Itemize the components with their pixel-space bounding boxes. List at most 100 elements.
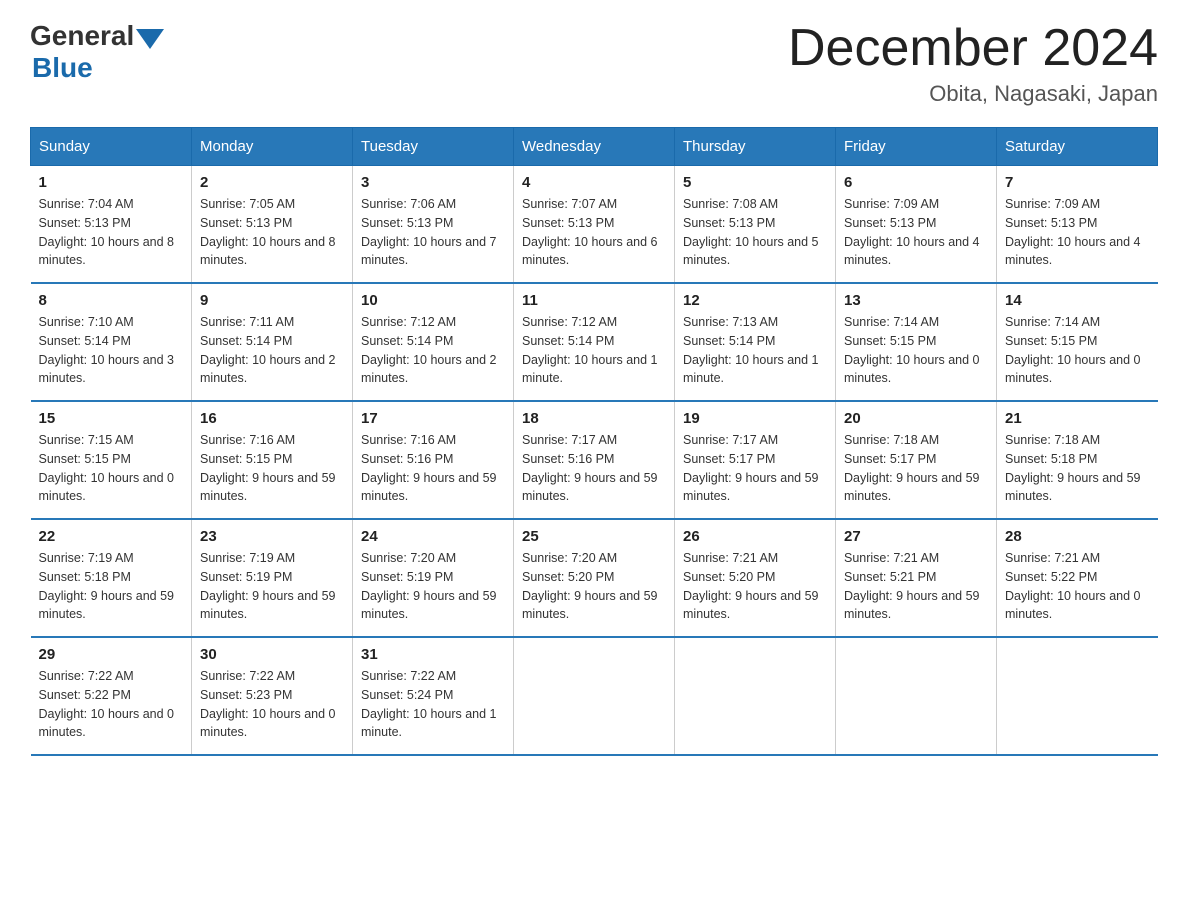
calendar-cell — [836, 637, 997, 755]
day-info: Sunrise: 7:18 AMSunset: 5:18 PMDaylight:… — [1005, 431, 1150, 506]
day-info: Sunrise: 7:22 AMSunset: 5:24 PMDaylight:… — [361, 667, 505, 742]
calendar-cell: 4 Sunrise: 7:07 AMSunset: 5:13 PMDaylight… — [514, 166, 675, 284]
week-row-4: 22 Sunrise: 7:19 AMSunset: 5:18 PMDayligh… — [31, 519, 1158, 637]
day-info: Sunrise: 7:05 AMSunset: 5:13 PMDaylight:… — [200, 195, 344, 270]
calendar-cell: 15 Sunrise: 7:15 AMSunset: 5:15 PMDayligh… — [31, 401, 192, 519]
header-monday: Monday — [192, 128, 353, 166]
day-number: 5 — [683, 174, 827, 191]
calendar-cell: 1Sunrise: 7:04 AMSunset: 5:13 PMDaylight… — [31, 166, 192, 284]
calendar-cell: 6 Sunrise: 7:09 AMSunset: 5:13 PMDaylight… — [836, 166, 997, 284]
day-info: Sunrise: 7:14 AMSunset: 5:15 PMDaylight:… — [844, 313, 988, 388]
day-number: 2 — [200, 174, 344, 191]
day-number: 15 — [39, 410, 184, 427]
calendar-table: SundayMondayTuesdayWednesdayThursdayFrid… — [30, 127, 1158, 756]
day-number: 4 — [522, 174, 666, 191]
day-number: 26 — [683, 528, 827, 545]
calendar-cell: 8Sunrise: 7:10 AMSunset: 5:14 PMDaylight… — [31, 283, 192, 401]
day-info: Sunrise: 7:21 AMSunset: 5:21 PMDaylight:… — [844, 549, 988, 624]
calendar-cell: 16Sunrise: 7:16 AMSunset: 5:15 PMDayligh… — [192, 401, 353, 519]
calendar-cell: 27 Sunrise: 7:21 AMSunset: 5:21 PMDayligh… — [836, 519, 997, 637]
day-info: Sunrise: 7:12 AMSunset: 5:14 PMDaylight:… — [361, 313, 505, 388]
logo-text: General — [30, 20, 164, 52]
calendar-header-row: SundayMondayTuesdayWednesdayThursdayFrid… — [31, 128, 1158, 166]
day-number: 31 — [361, 646, 505, 663]
week-row-3: 15 Sunrise: 7:15 AMSunset: 5:15 PMDayligh… — [31, 401, 1158, 519]
day-number: 10 — [361, 292, 505, 309]
calendar-cell: 21 Sunrise: 7:18 AMSunset: 5:18 PMDayligh… — [997, 401, 1158, 519]
day-info: Sunrise: 7:09 AMSunset: 5:13 PMDaylight:… — [1005, 195, 1150, 270]
day-number: 30 — [200, 646, 344, 663]
calendar-cell: 25Sunrise: 7:20 AMSunset: 5:20 PMDayligh… — [514, 519, 675, 637]
day-info: Sunrise: 7:16 AMSunset: 5:16 PMDaylight:… — [361, 431, 505, 506]
title-section: December 2024 Obita, Nagasaki, Japan — [788, 20, 1158, 107]
calendar-cell: 31 Sunrise: 7:22 AMSunset: 5:24 PMDayligh… — [353, 637, 514, 755]
page-header: General Blue December 2024 Obita, Nagasa… — [30, 20, 1158, 107]
calendar-cell: 26 Sunrise: 7:21 AMSunset: 5:20 PMDayligh… — [675, 519, 836, 637]
day-info: Sunrise: 7:20 AMSunset: 5:19 PMDaylight:… — [361, 549, 505, 624]
calendar-cell: 3 Sunrise: 7:06 AMSunset: 5:13 PMDaylight… — [353, 166, 514, 284]
day-number: 13 — [844, 292, 988, 309]
calendar-cell: 18Sunrise: 7:17 AMSunset: 5:16 PMDayligh… — [514, 401, 675, 519]
header-friday: Friday — [836, 128, 997, 166]
day-number: 23 — [200, 528, 344, 545]
calendar-cell: 23 Sunrise: 7:19 AMSunset: 5:19 PMDayligh… — [192, 519, 353, 637]
month-title: December 2024 — [788, 20, 1158, 77]
day-info: Sunrise: 7:13 AMSunset: 5:14 PMDaylight:… — [683, 313, 827, 388]
calendar-cell — [675, 637, 836, 755]
header-wednesday: Wednesday — [514, 128, 675, 166]
day-number: 9 — [200, 292, 344, 309]
calendar-cell: 5 Sunrise: 7:08 AMSunset: 5:13 PMDaylight… — [675, 166, 836, 284]
calendar-cell: 24 Sunrise: 7:20 AMSunset: 5:19 PMDayligh… — [353, 519, 514, 637]
header-sunday: Sunday — [31, 128, 192, 166]
day-number: 27 — [844, 528, 988, 545]
day-info: Sunrise: 7:19 AMSunset: 5:18 PMDaylight:… — [39, 549, 184, 624]
week-row-2: 8Sunrise: 7:10 AMSunset: 5:14 PMDaylight… — [31, 283, 1158, 401]
calendar-cell: 19 Sunrise: 7:17 AMSunset: 5:17 PMDayligh… — [675, 401, 836, 519]
day-info: Sunrise: 7:08 AMSunset: 5:13 PMDaylight:… — [683, 195, 827, 270]
day-number: 24 — [361, 528, 505, 545]
day-info: Sunrise: 7:16 AMSunset: 5:15 PMDaylight:… — [200, 431, 344, 506]
day-info: Sunrise: 7:09 AMSunset: 5:13 PMDaylight:… — [844, 195, 988, 270]
day-number: 18 — [522, 410, 666, 427]
header-thursday: Thursday — [675, 128, 836, 166]
calendar-cell: 28 Sunrise: 7:21 AMSunset: 5:22 PMDayligh… — [997, 519, 1158, 637]
day-info: Sunrise: 7:22 AMSunset: 5:22 PMDaylight:… — [39, 667, 184, 742]
day-info: Sunrise: 7:18 AMSunset: 5:17 PMDaylight:… — [844, 431, 988, 506]
calendar-cell: 10 Sunrise: 7:12 AMSunset: 5:14 PMDayligh… — [353, 283, 514, 401]
day-info: Sunrise: 7:07 AMSunset: 5:13 PMDaylight:… — [522, 195, 666, 270]
logo-blue-text: Blue — [32, 52, 93, 84]
calendar-cell: 11 Sunrise: 7:12 AMSunset: 5:14 PMDayligh… — [514, 283, 675, 401]
day-number: 19 — [683, 410, 827, 427]
day-info: Sunrise: 7:17 AMSunset: 5:17 PMDaylight:… — [683, 431, 827, 506]
day-number: 3 — [361, 174, 505, 191]
day-number: 29 — [39, 646, 184, 663]
day-number: 11 — [522, 292, 666, 309]
calendar-cell — [514, 637, 675, 755]
day-number: 22 — [39, 528, 184, 545]
calendar-cell: 13 Sunrise: 7:14 AMSunset: 5:15 PMDayligh… — [836, 283, 997, 401]
day-info: Sunrise: 7:12 AMSunset: 5:14 PMDaylight:… — [522, 313, 666, 388]
day-number: 6 — [844, 174, 988, 191]
logo-general-text: General — [30, 20, 134, 52]
day-info: Sunrise: 7:06 AMSunset: 5:13 PMDaylight:… — [361, 195, 505, 270]
day-info: Sunrise: 7:21 AMSunset: 5:22 PMDaylight:… — [1005, 549, 1150, 624]
calendar-cell: 12Sunrise: 7:13 AMSunset: 5:14 PMDayligh… — [675, 283, 836, 401]
week-row-1: 1Sunrise: 7:04 AMSunset: 5:13 PMDaylight… — [31, 166, 1158, 284]
calendar-cell: 17 Sunrise: 7:16 AMSunset: 5:16 PMDayligh… — [353, 401, 514, 519]
day-info: Sunrise: 7:14 AMSunset: 5:15 PMDaylight:… — [1005, 313, 1150, 388]
day-number: 21 — [1005, 410, 1150, 427]
day-info: Sunrise: 7:19 AMSunset: 5:19 PMDaylight:… — [200, 549, 344, 624]
day-info: Sunrise: 7:20 AMSunset: 5:20 PMDaylight:… — [522, 549, 666, 624]
header-tuesday: Tuesday — [353, 128, 514, 166]
day-number: 28 — [1005, 528, 1150, 545]
week-row-5: 29 Sunrise: 7:22 AMSunset: 5:22 PMDayligh… — [31, 637, 1158, 755]
day-info: Sunrise: 7:15 AMSunset: 5:15 PMDaylight:… — [39, 431, 184, 506]
day-number: 17 — [361, 410, 505, 427]
day-info: Sunrise: 7:22 AMSunset: 5:23 PMDaylight:… — [200, 667, 344, 742]
day-number: 14 — [1005, 292, 1150, 309]
day-info: Sunrise: 7:21 AMSunset: 5:20 PMDaylight:… — [683, 549, 827, 624]
header-saturday: Saturday — [997, 128, 1158, 166]
calendar-cell: 22 Sunrise: 7:19 AMSunset: 5:18 PMDayligh… — [31, 519, 192, 637]
day-number: 7 — [1005, 174, 1150, 191]
calendar-cell — [997, 637, 1158, 755]
